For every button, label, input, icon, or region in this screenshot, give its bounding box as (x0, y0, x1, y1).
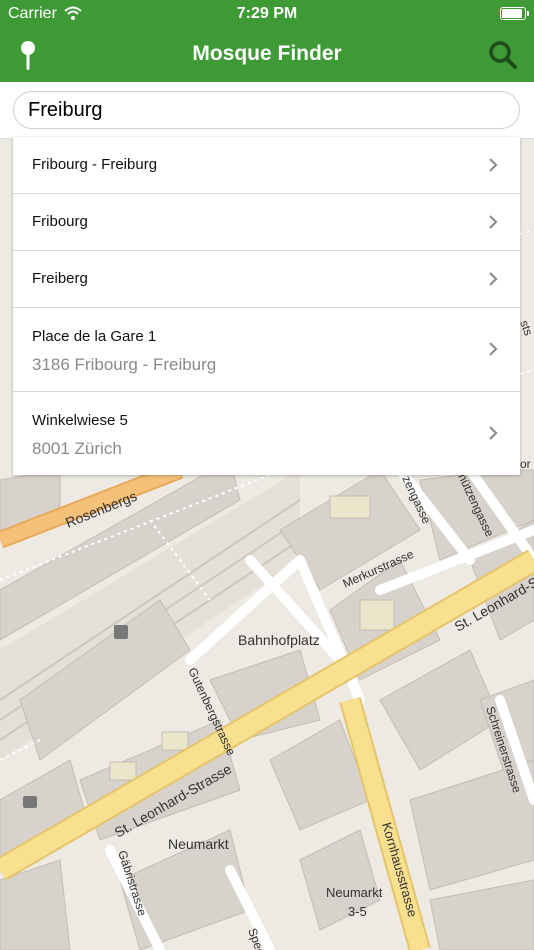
search-result-item[interactable]: Winkelwiese 5 8001 Zürich (13, 392, 520, 475)
map-label-neumarkt-3-5: Neumarkt (326, 885, 383, 900)
search-result-item[interactable]: Freiberg (13, 251, 520, 308)
search-result-item[interactable]: Fribourg (13, 194, 520, 251)
result-title: Place de la Gare 1 (32, 328, 157, 345)
clock: 7:29 PM (236, 5, 298, 22)
search-field[interactable] (13, 91, 520, 129)
search-result-item[interactable]: Place de la Gare 1 3186 Fribourg - Freib… (13, 308, 520, 392)
page-title: Mosque Finder (192, 42, 342, 65)
search-input[interactable] (28, 97, 498, 123)
result-subtitle: 8001 Zürich (32, 439, 122, 458)
chevron-right-icon (489, 426, 498, 440)
map-label-neumarkt: Neumarkt (168, 836, 229, 852)
nav-bar: Mosque Finder (0, 28, 534, 82)
result-title: Fribourg - Freiburg (32, 156, 158, 173)
map-label-neumarkt-3-5-number: 3-5 (348, 904, 367, 919)
search-result-item[interactable]: Fribourg - Freiburg (13, 137, 520, 194)
search-icon[interactable] (488, 40, 518, 70)
chevron-right-icon (489, 158, 498, 172)
chevron-right-icon (489, 342, 498, 356)
result-subtitle: 3186 Fribourg - Freiburg (32, 355, 217, 374)
chevron-right-icon (489, 272, 498, 286)
map-label-bahnhofplatz: Bahnhofplatz (238, 632, 320, 648)
result-title: Winkelwiese 5 (32, 412, 128, 429)
search-results-list: Fribourg - Freiburg Fribourg Freiberg Pl… (13, 137, 520, 475)
status-bar: Carrier 7:29 PM (0, 0, 534, 28)
search-bar (0, 82, 534, 139)
result-title: Freiberg (32, 270, 88, 287)
chevron-right-icon (489, 215, 498, 229)
map-label-edge-or: or (520, 457, 531, 471)
result-title: Fribourg (32, 213, 88, 230)
battery-icon (500, 7, 529, 20)
